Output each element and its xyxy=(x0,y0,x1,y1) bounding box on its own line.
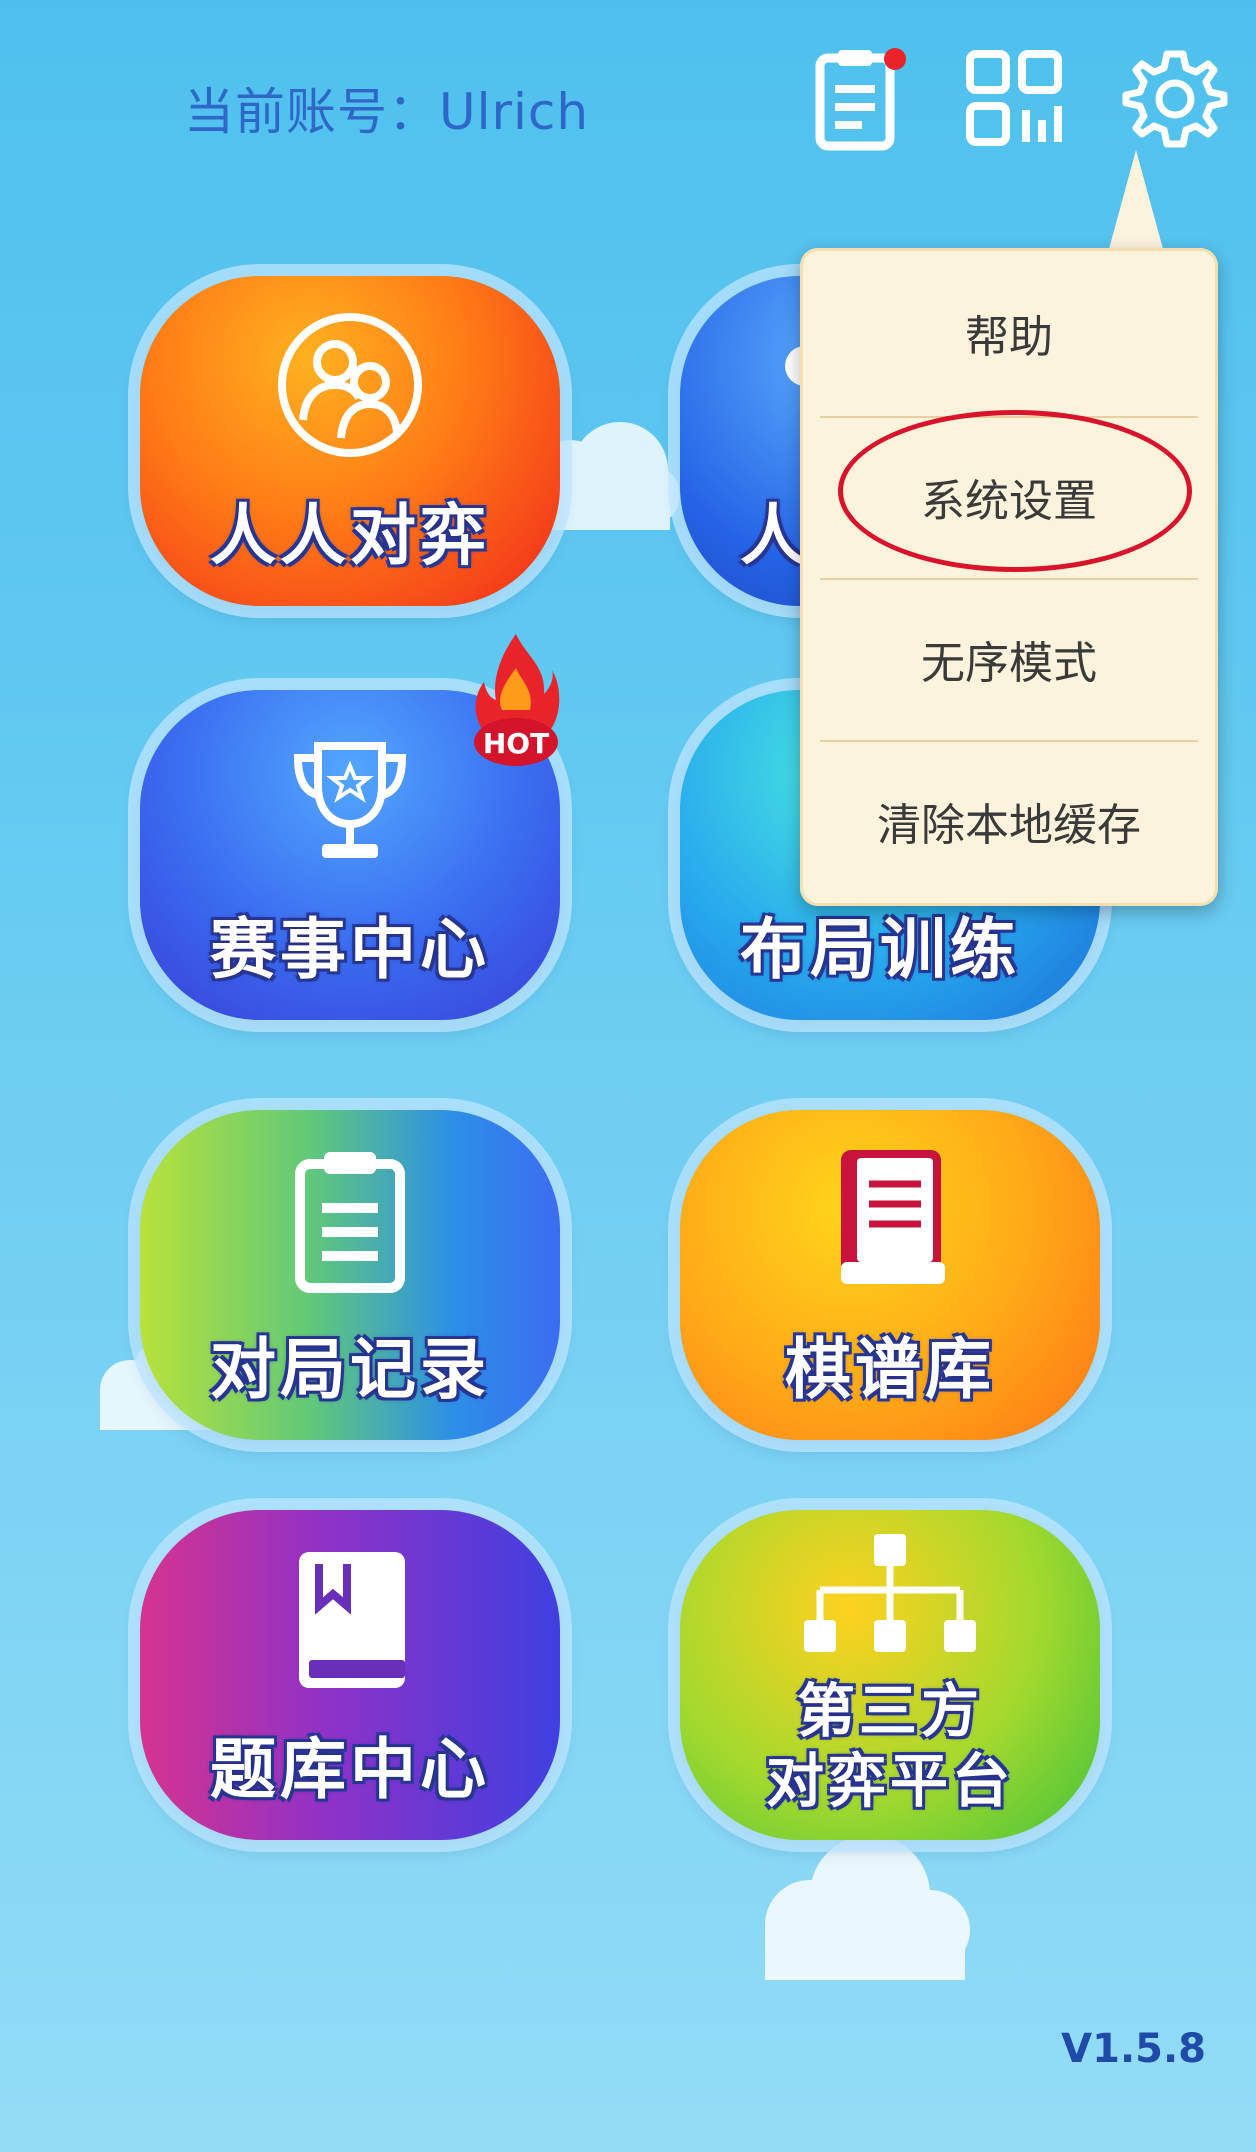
tile-qipu-ku[interactable]: 棋谱库 xyxy=(680,1110,1100,1440)
trophy-icon xyxy=(293,742,407,858)
book-icon xyxy=(841,1150,945,1284)
menu-pointer xyxy=(1106,150,1166,260)
settings-dropdown-menu: 帮助 系统设置 无序模式 清除本地缓存 xyxy=(800,248,1218,906)
hot-badge: HOT xyxy=(474,634,560,766)
menu-item-unordered-mode[interactable]: 无序模式 xyxy=(820,578,1198,738)
qr-code-button[interactable] xyxy=(960,44,1070,154)
tile-renren-duiyi[interactable]: 人人对弈 xyxy=(140,276,560,606)
network-icon xyxy=(804,1534,976,1652)
bookmark-book-icon xyxy=(299,1552,405,1688)
tile-label: 赛事中心 xyxy=(210,911,490,988)
tile-label: 对局记录 xyxy=(210,1331,490,1408)
gear-icon xyxy=(1122,50,1228,148)
notification-dot xyxy=(884,48,906,70)
highlight-circle xyxy=(838,410,1192,572)
version-label: V1.5.8 xyxy=(1061,2026,1206,2072)
tile-label-line1: 第三方 xyxy=(796,1677,983,1745)
tile-disanfang-duiyi-pingtai[interactable]: 第三方 对弈平台 xyxy=(680,1510,1100,1840)
clipboard-icon xyxy=(295,1152,405,1293)
qr-code-icon xyxy=(966,50,1062,146)
menu-item-help[interactable]: 帮助 xyxy=(820,254,1198,412)
tile-label: 棋谱库 xyxy=(785,1331,995,1408)
tile-label: 人人对弈 xyxy=(210,497,490,574)
current-account-label: 当前账号：Ulrich xyxy=(184,83,590,141)
cloud-decoration xyxy=(765,1835,970,1980)
tile-label-line2: 对弈平台 xyxy=(765,1747,1014,1815)
tile-duiju-jilu[interactable]: 对局记录 xyxy=(140,1110,560,1440)
tile-tiku-zhongxin[interactable]: 题库中心 xyxy=(140,1510,560,1840)
tile-label: 第三方 对弈平台 xyxy=(680,1676,1100,1816)
tile-label: 题库中心 xyxy=(210,1731,490,1808)
records-button[interactable] xyxy=(800,44,910,154)
settings-button[interactable] xyxy=(1120,44,1230,154)
tile-label: 布局训练 xyxy=(740,911,1020,988)
two-people-icon xyxy=(278,313,422,457)
hot-badge-text: HOT xyxy=(483,727,549,760)
menu-item-clear-cache[interactable]: 清除本地缓存 xyxy=(820,740,1198,900)
